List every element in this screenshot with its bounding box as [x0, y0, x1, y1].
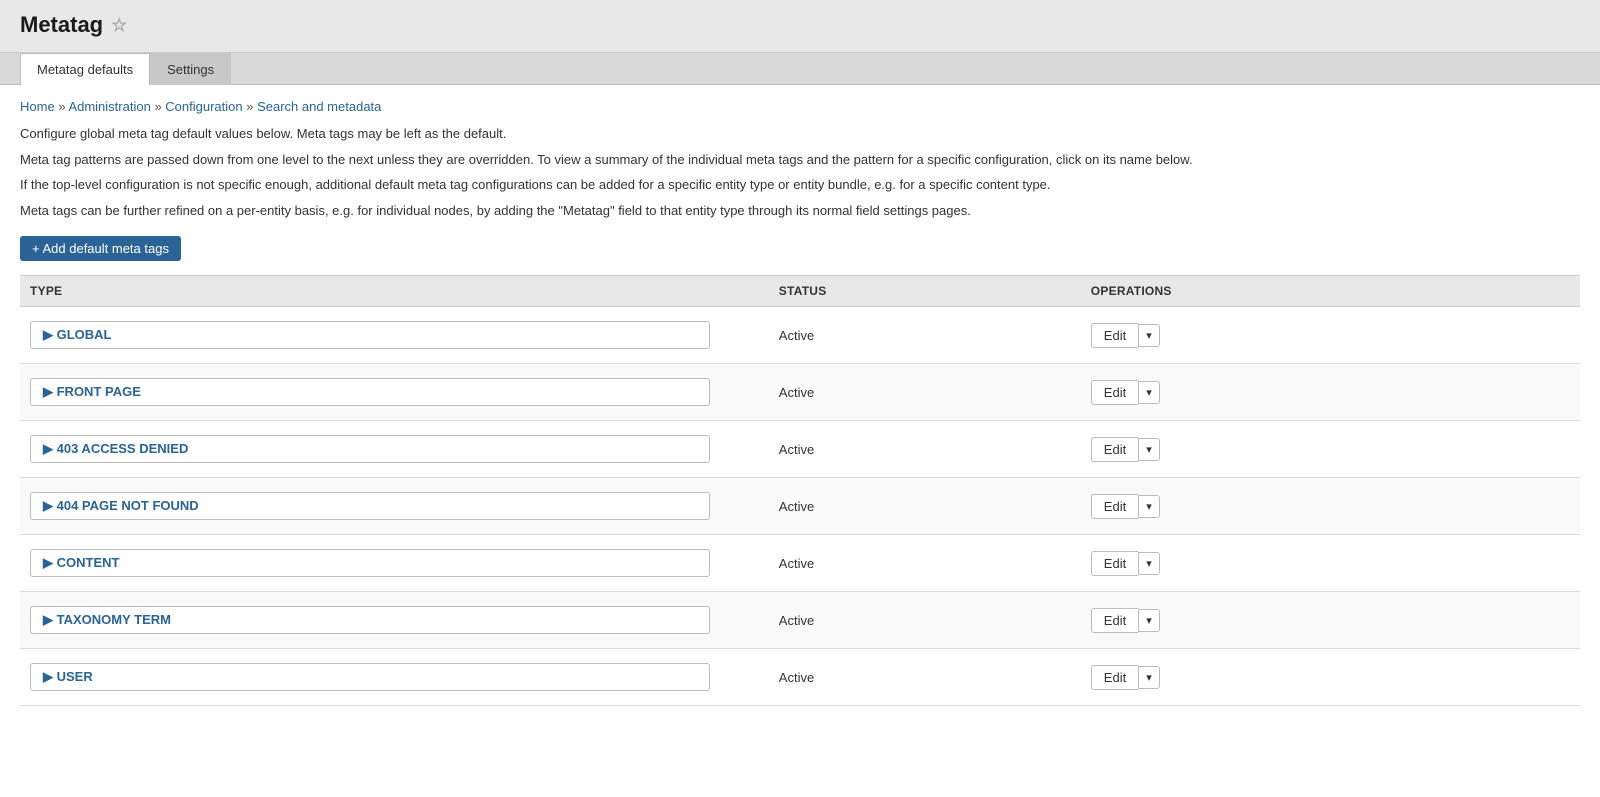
tabs-bar: Metatag defaults Settings [0, 53, 1600, 85]
add-default-meta-tags-button[interactable]: + Add default meta tags [20, 236, 181, 261]
status-cell-content: Active [769, 535, 1081, 592]
status-text-404-page-not-found: Active [779, 499, 814, 514]
type-link-taxonomy-term[interactable]: ▶ TAXONOMY TERM [30, 606, 710, 634]
operations-cell-global: Edit ▾ [1081, 307, 1580, 364]
type-link-user[interactable]: ▶ USER [30, 663, 710, 691]
tab-settings[interactable]: Settings [150, 53, 231, 85]
edit-button-403-access-denied[interactable]: Edit [1091, 437, 1138, 462]
dropdown-button-global[interactable]: ▾ [1138, 324, 1160, 347]
operations-cell-403-access-denied: Edit ▾ [1081, 421, 1580, 478]
operations-cell-content: Edit ▾ [1081, 535, 1580, 592]
edit-button-404-page-not-found[interactable]: Edit [1091, 494, 1138, 519]
col-type: TYPE [20, 276, 769, 307]
status-text-taxonomy-term: Active [779, 613, 814, 628]
table-row: ▶ CONTENT Active Edit ▾ [20, 535, 1580, 592]
status-cell-taxonomy-term: Active [769, 592, 1081, 649]
edit-button-front-page[interactable]: Edit [1091, 380, 1138, 405]
type-cell-user: ▶ USER [20, 649, 769, 706]
description-block: Configure global meta tag default values… [20, 124, 1580, 220]
operations-cell-front-page: Edit ▾ [1081, 364, 1580, 421]
table-row: ▶ 403 ACCESS DENIED Active Edit ▾ [20, 421, 1580, 478]
edit-button-taxonomy-term[interactable]: Edit [1091, 608, 1138, 633]
dropdown-button-404-page-not-found[interactable]: ▾ [1138, 495, 1160, 518]
type-cell-content: ▶ CONTENT [20, 535, 769, 592]
table-row: ▶ GLOBAL Active Edit ▾ [20, 307, 1580, 364]
type-link-404-page-not-found[interactable]: ▶ 404 PAGE NOT FOUND [30, 492, 710, 520]
edit-button-global[interactable]: Edit [1091, 323, 1138, 348]
status-cell-403-access-denied: Active [769, 421, 1081, 478]
breadcrumb: Home » Administration » Configuration » … [20, 99, 1580, 114]
type-cell-taxonomy-term: ▶ TAXONOMY TERM [20, 592, 769, 649]
type-link-front-page[interactable]: ▶ FRONT PAGE [30, 378, 710, 406]
status-text-403-access-denied: Active [779, 442, 814, 457]
dropdown-button-403-access-denied[interactable]: ▾ [1138, 438, 1160, 461]
breadcrumb-configuration[interactable]: Configuration [165, 99, 242, 114]
dropdown-button-content[interactable]: ▾ [1138, 552, 1160, 575]
type-cell-global: ▶ GLOBAL [20, 307, 769, 364]
type-cell-front-page: ▶ FRONT PAGE [20, 364, 769, 421]
tab-metatag-defaults[interactable]: Metatag defaults [20, 53, 150, 85]
status-cell-404-page-not-found: Active [769, 478, 1081, 535]
description-2: Meta tag patterns are passed down from o… [20, 150, 1580, 170]
type-link-403-access-denied[interactable]: ▶ 403 ACCESS DENIED [30, 435, 710, 463]
status-cell-front-page: Active [769, 364, 1081, 421]
edit-button-content[interactable]: Edit [1091, 551, 1138, 576]
description-4: Meta tags can be further refined on a pe… [20, 201, 1580, 221]
dropdown-button-taxonomy-term[interactable]: ▾ [1138, 609, 1160, 632]
title-text: Metatag [20, 12, 103, 38]
content-area: Home » Administration » Configuration » … [0, 85, 1600, 720]
type-cell-404-page-not-found: ▶ 404 PAGE NOT FOUND [20, 478, 769, 535]
table-row: ▶ TAXONOMY TERM Active Edit ▾ [20, 592, 1580, 649]
status-text-content: Active [779, 556, 814, 571]
description-1: Configure global meta tag default values… [20, 124, 1580, 144]
table-row: ▶ FRONT PAGE Active Edit ▾ [20, 364, 1580, 421]
status-cell-global: Active [769, 307, 1081, 364]
status-text-global: Active [779, 328, 814, 343]
operations-cell-taxonomy-term: Edit ▾ [1081, 592, 1580, 649]
col-operations: OPERATIONS [1081, 276, 1580, 307]
breadcrumb-administration[interactable]: Administration [68, 99, 150, 114]
type-link-global[interactable]: ▶ GLOBAL [30, 321, 710, 349]
type-link-content[interactable]: ▶ CONTENT [30, 549, 710, 577]
table-row: ▶ 404 PAGE NOT FOUND Active Edit ▾ [20, 478, 1580, 535]
dropdown-button-front-page[interactable]: ▾ [1138, 381, 1160, 404]
dropdown-button-user[interactable]: ▾ [1138, 666, 1160, 689]
operations-cell-user: Edit ▾ [1081, 649, 1580, 706]
breadcrumb-search-metadata[interactable]: Search and metadata [257, 99, 381, 114]
page-header: Metatag ☆ [0, 0, 1600, 53]
col-status: STATUS [769, 276, 1081, 307]
status-text-front-page: Active [779, 385, 814, 400]
star-icon[interactable]: ☆ [111, 15, 127, 36]
metatag-table: TYPE STATUS OPERATIONS ▶ GLOBAL Active E… [20, 275, 1580, 706]
status-cell-user: Active [769, 649, 1081, 706]
status-text-user: Active [779, 670, 814, 685]
breadcrumb-home[interactable]: Home [20, 99, 55, 114]
table-row: ▶ USER Active Edit ▾ [20, 649, 1580, 706]
description-3: If the top-level configuration is not sp… [20, 175, 1580, 195]
table-header: TYPE STATUS OPERATIONS [20, 276, 1580, 307]
page-title: Metatag ☆ [20, 12, 1580, 38]
edit-button-user[interactable]: Edit [1091, 665, 1138, 690]
operations-cell-404-page-not-found: Edit ▾ [1081, 478, 1580, 535]
type-cell-403-access-denied: ▶ 403 ACCESS DENIED [20, 421, 769, 478]
